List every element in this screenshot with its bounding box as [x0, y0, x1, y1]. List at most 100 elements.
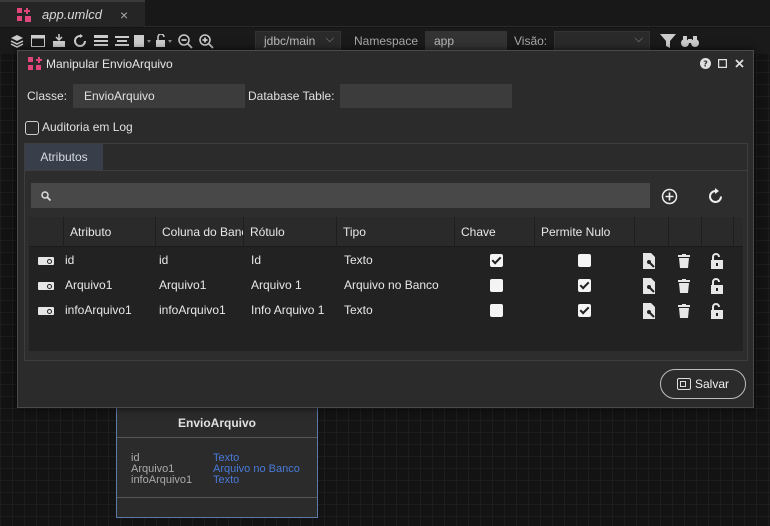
- entity-attr-type: Texto: [213, 474, 240, 486]
- header-action-2: [668, 217, 701, 247]
- entity-name: EnvioArquivo: [117, 405, 317, 438]
- cell-tipo: Texto: [344, 253, 373, 267]
- cell-rotulo: Id: [251, 253, 262, 267]
- trash-icon[interactable]: [676, 278, 692, 294]
- manipular-dialog: Manipular EnvioArquivo ? Classe: EnvioAr…: [17, 50, 754, 408]
- permite-nulo-checkbox[interactable]: [578, 254, 591, 267]
- maximize-icon[interactable]: [716, 56, 728, 70]
- close-icon[interactable]: [733, 56, 745, 70]
- cell-atributo: infoArquivo1: [65, 303, 132, 317]
- cell-rotulo: Info Arquivo 1: [251, 303, 325, 317]
- cell-rotulo: Arquivo 1: [251, 278, 302, 292]
- header-rotulo[interactable]: Rótulo: [243, 217, 336, 247]
- table-row[interactable]: Arquivo1 Arquivo1 Arquivo 1 Arquivo no B…: [29, 273, 743, 298]
- binoculars-icon[interactable]: [681, 32, 699, 50]
- namespace-input[interactable]: app: [425, 31, 507, 51]
- tab-title: app.umlcd: [42, 7, 102, 22]
- namespace-value: app: [434, 34, 455, 48]
- refresh-icon[interactable]: [71, 32, 89, 50]
- audit-label: Auditoria em Log: [42, 120, 133, 134]
- edit-document-icon[interactable]: [641, 253, 657, 269]
- unlock-icon[interactable]: [709, 278, 725, 294]
- edit-document-icon[interactable]: [641, 303, 657, 319]
- header-action-1: [634, 217, 668, 247]
- class-value: EnvioArquivo: [84, 89, 155, 103]
- table-row[interactable]: infoArquivo1 infoArquivo1 Info Arquivo 1…: [29, 298, 743, 323]
- cell-atributo: Arquivo1: [65, 278, 113, 292]
- cell-coluna: id: [159, 253, 169, 267]
- cell-tipo: Arquivo no Banco: [344, 278, 439, 292]
- chevron-down-icon: ⌵: [634, 33, 643, 45]
- tab-close-icon[interactable]: ×: [120, 7, 128, 23]
- edit-document-icon[interactable]: [641, 278, 657, 294]
- dialog-titlebar[interactable]: Manipular EnvioArquivo: [28, 57, 173, 71]
- audit-checkbox[interactable]: [25, 121, 39, 135]
- diagram-logo-icon: [16, 7, 32, 23]
- db-table-label: Database Table:: [248, 89, 335, 103]
- chave-checkbox[interactable]: [490, 254, 503, 267]
- cell-tipo: Texto: [344, 303, 373, 317]
- header-spacer: [733, 217, 743, 247]
- table-header: Atributo Coluna do Banco Rótulo Tipo Cha…: [29, 217, 743, 247]
- save-button[interactable]: Salvar: [660, 369, 746, 399]
- connection-value: jdbc/main: [264, 34, 316, 48]
- help-icon[interactable]: ?: [699, 56, 711, 70]
- tab-strip: app.umlcd ×: [0, 0, 770, 27]
- dialog-controls: ?: [699, 56, 745, 70]
- class-field[interactable]: EnvioArquivo: [73, 84, 245, 108]
- permite-nulo-checkbox[interactable]: [578, 304, 591, 317]
- key-icon: [38, 307, 54, 315]
- layers-icon[interactable]: [8, 32, 26, 50]
- chave-checkbox[interactable]: [490, 279, 503, 292]
- dialog-title: Manipular EnvioArquivo: [46, 57, 173, 71]
- permite-nulo-checkbox[interactable]: [578, 279, 591, 292]
- cell-coluna: Arquivo1: [159, 278, 207, 292]
- reload-icon[interactable]: [705, 186, 725, 206]
- header-tipo[interactable]: Tipo: [336, 217, 454, 247]
- connection-select[interactable]: jdbc/main ⌵: [255, 31, 341, 51]
- key-icon: [38, 257, 54, 265]
- attributes-table: Atributo Coluna do Banco Rótulo Tipo Cha…: [29, 217, 743, 351]
- header-coluna[interactable]: Coluna do Banco: [155, 217, 243, 247]
- cell-coluna: infoArquivo1: [159, 303, 226, 317]
- chave-checkbox[interactable]: [490, 304, 503, 317]
- view-select[interactable]: ⌵: [554, 31, 650, 51]
- import-icon[interactable]: [50, 32, 68, 50]
- unlock-icon[interactable]: [709, 303, 725, 319]
- window-icon[interactable]: [29, 32, 47, 50]
- cell-atributo: id: [65, 253, 75, 267]
- attributes-content: Atributo Coluna do Banco Rótulo Tipo Cha…: [25, 170, 747, 360]
- entity-divider: [117, 497, 317, 498]
- lock-dropdown-icon[interactable]: [155, 32, 173, 50]
- header-action-3: [701, 217, 733, 247]
- list-icon[interactable]: [92, 32, 110, 50]
- trash-icon[interactable]: [676, 253, 692, 269]
- header-chave[interactable]: Chave: [454, 217, 534, 247]
- trash-icon[interactable]: [676, 303, 692, 319]
- header-atributo[interactable]: Atributo: [63, 217, 155, 247]
- save-label: Salvar: [694, 377, 729, 391]
- zoom-in-icon[interactable]: [197, 32, 215, 50]
- filter-icon[interactable]: [659, 32, 677, 50]
- header-permite-nulo[interactable]: Permite Nulo: [534, 217, 634, 247]
- unlock-icon[interactable]: [709, 253, 725, 269]
- chevron-down-icon: ⌵: [325, 33, 334, 45]
- tab-atributos[interactable]: Atributos: [25, 144, 103, 170]
- class-label: Classe:: [27, 89, 68, 103]
- save-icon: [676, 378, 691, 390]
- namespace-label: Namespace: [354, 34, 419, 48]
- attributes-panel: Atributos Atributo Coluna do Banco Rótul…: [24, 143, 748, 361]
- view-label: Visão:: [514, 34, 548, 48]
- document-dropdown-icon[interactable]: [134, 32, 152, 50]
- zoom-out-icon[interactable]: [176, 32, 194, 50]
- menu-icon[interactable]: [113, 32, 131, 50]
- add-attribute-icon[interactable]: [659, 186, 679, 206]
- search-input[interactable]: [59, 188, 619, 203]
- search-icon: [41, 190, 51, 201]
- tab-app-umlcd[interactable]: app.umlcd ×: [0, 0, 145, 27]
- entity-attr: infoArquivo1: [131, 474, 193, 486]
- entity-box[interactable]: EnvioArquivo id Texto Arquivo1 Arquivo n…: [116, 404, 318, 518]
- table-row[interactable]: id id Id Texto: [29, 248, 743, 273]
- header-icon-col: [29, 217, 63, 247]
- db-table-field[interactable]: [340, 84, 512, 108]
